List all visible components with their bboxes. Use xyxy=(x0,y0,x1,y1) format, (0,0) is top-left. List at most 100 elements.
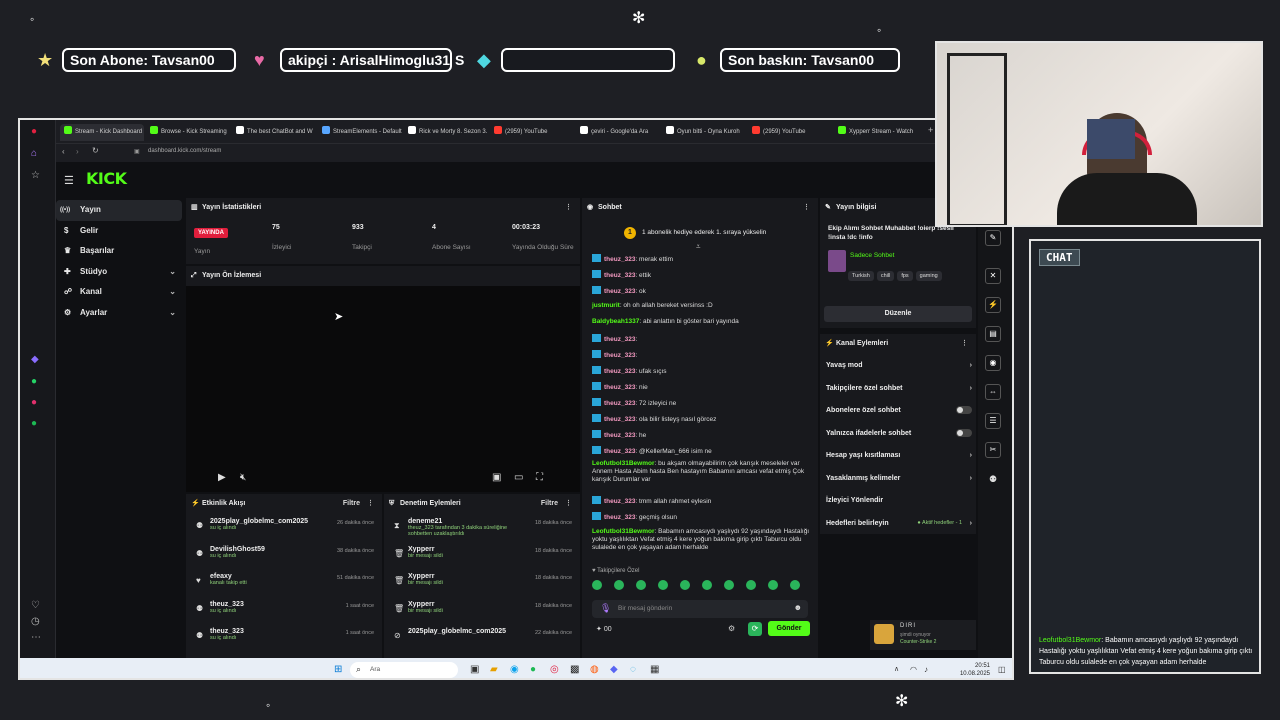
chat-message[interactable]: theuz_323: xyxy=(592,350,814,360)
category-thumbnail[interactable] xyxy=(828,250,846,272)
activity-filter-button[interactable]: Filtre xyxy=(343,494,360,514)
more-icon[interactable]: ⋮ xyxy=(961,334,968,354)
reload-icon[interactable]: ↻ xyxy=(92,146,99,155)
feed-item[interactable]: theuz_323 su iç alındı xyxy=(210,601,320,614)
menu-icon[interactable]: ☰ xyxy=(64,174,74,187)
chat-username[interactable]: theuz_323 xyxy=(604,256,635,263)
theater-icon[interactable]: ▭ xyxy=(514,472,523,483)
browser-tab[interactable]: Browse - Kick Streaming xyxy=(146,124,230,141)
volume-icon[interactable]: ♪ xyxy=(924,664,928,676)
document-icon[interactable]: ▤ xyxy=(985,326,1001,342)
chat-username[interactable]: theuz_323 xyxy=(604,368,635,375)
notification-icon[interactable]: ◫ xyxy=(998,664,1006,676)
back-icon[interactable]: ‹ xyxy=(62,147,65,156)
send-button[interactable]: Gönder xyxy=(768,621,810,636)
more-icon[interactable]: ⋮ xyxy=(367,494,374,514)
opera-logo-icon[interactable]: ● xyxy=(31,126,37,137)
task-view-icon[interactable]: ▣ xyxy=(470,664,479,676)
channel-action-row[interactable]: Hesap yaşı kısıtlaması › xyxy=(826,452,972,459)
nav-item-1[interactable]: $ Gelir xyxy=(56,221,182,242)
chat-message[interactable]: theuz_323: @KellerMan_666 isim ne xyxy=(592,446,814,456)
tray-chevron-icon[interactable]: ∧ xyxy=(894,664,899,676)
emote-icon[interactable] xyxy=(746,580,756,590)
raid-tool-icon[interactable]: ⇔ xyxy=(985,384,1001,400)
chat-username[interactable]: theuz_323 xyxy=(604,448,635,455)
chat-username[interactable]: Leofutbol31Bewmor xyxy=(592,460,654,467)
close-x-icon[interactable]: ✕ xyxy=(985,268,1001,284)
chat-username[interactable]: theuz_323 xyxy=(604,352,635,359)
moderation-filter-button[interactable]: Filtre xyxy=(541,494,558,514)
emote-icon[interactable] xyxy=(680,580,690,590)
heart-outline-icon[interactable]: ♡ xyxy=(31,600,40,611)
feed-item[interactable]: theuz_323 su iç alındı xyxy=(210,628,320,641)
chat-message[interactable]: theuz_323: ufak sıçıs xyxy=(592,366,814,376)
forward-icon[interactable]: › xyxy=(76,147,79,156)
channel-action-row[interactable]: Yasaklanmış kelimeler › xyxy=(826,475,972,482)
edit-info-button[interactable]: Düzenle xyxy=(824,306,972,322)
channel-action-row[interactable]: İzleyici Yönlendir xyxy=(826,497,972,504)
category-name[interactable]: Sadece Sohbet xyxy=(850,252,894,259)
chat-message[interactable]: theuz_323: nie xyxy=(592,382,814,392)
nav-item-4[interactable]: ☍ Kanal ⌄ xyxy=(56,282,182,303)
toggle-switch[interactable] xyxy=(956,428,972,437)
microphone-icon[interactable]: 🎙︎ xyxy=(600,603,611,614)
chat-input-box[interactable]: 🎙︎ Bir mesaj gönderin ☻ xyxy=(592,600,808,618)
emote-icon[interactable] xyxy=(790,580,800,590)
nav-item-0[interactable]: ((•)) Yayın xyxy=(56,200,182,221)
settings-gear-icon[interactable]: ⚙ xyxy=(728,624,735,633)
app-icon[interactable]: ▦ xyxy=(650,664,659,676)
edge-icon[interactable]: ◉ xyxy=(510,664,519,676)
feed-item[interactable]: DevilishGhost59 su iç alındı xyxy=(210,546,320,559)
bolt-tool-icon[interactable]: ⚡ xyxy=(985,297,1001,313)
more-icon[interactable]: ⋮ xyxy=(565,494,572,514)
channel-action-row[interactable]: Abonelere özel sohbet xyxy=(826,406,972,414)
browser-tab[interactable]: Xypperr Stream - Watch xyxy=(834,124,918,141)
more-icon[interactable]: ⋯ xyxy=(31,632,41,643)
now-playing-card[interactable]: DIRI şimdi oynuyor Counter-Strike 2 xyxy=(870,620,976,650)
instagram-icon[interactable]: ● xyxy=(31,397,37,408)
bookmark-icon[interactable]: ☆ xyxy=(31,170,40,181)
points-indicator[interactable]: ✦ 00 xyxy=(596,625,612,633)
emote-icon[interactable] xyxy=(636,580,646,590)
chat-message[interactable]: theuz_323: xyxy=(592,334,814,344)
chat-message[interactable]: theuz_323: he xyxy=(592,430,814,440)
taskbar-search[interactable]: ⌕ Ara xyxy=(350,662,458,678)
fullscreen-icon[interactable]: ⛶ xyxy=(536,472,543,483)
mute-icon[interactable]: 🔇︎ xyxy=(240,472,246,483)
emote-icon[interactable] xyxy=(592,580,602,590)
whatsapp-icon[interactable]: ● xyxy=(31,376,37,387)
browser-tab[interactable]: StreamElements - Default xyxy=(318,124,402,141)
browser-tab[interactable]: (2959) YouTube xyxy=(748,124,832,141)
collapse-icon[interactable]: ⩡ xyxy=(696,242,701,252)
chat-message[interactable]: theuz_323: ok xyxy=(592,286,814,296)
wifi-icon[interactable]: ◠ xyxy=(910,664,917,676)
feed-item[interactable]: 2025play_globelmc_com2025 su iç alındı xyxy=(210,518,320,531)
chat-message[interactable]: theuz_323: ettik xyxy=(592,270,814,280)
more-icon[interactable]: ⋮ xyxy=(565,198,572,218)
stream-tag[interactable]: Turkish xyxy=(848,271,874,281)
chat-username[interactable]: Baldybeah1337 xyxy=(592,318,639,325)
toggle-switch[interactable] xyxy=(956,406,972,414)
stream-tag[interactable]: chill xyxy=(876,271,895,281)
chat-message[interactable]: Leofutbol31Bewmor: Babamın amcasıydı yaş… xyxy=(592,528,814,552)
emote-icon[interactable] xyxy=(702,580,712,590)
browser-tab[interactable]: çeviri - Google'da Ara xyxy=(576,124,660,141)
chat-username[interactable]: theuz_323 xyxy=(604,288,635,295)
chat-username[interactable]: theuz_323 xyxy=(604,336,635,343)
nav-item-3[interactable]: ✚ Stüdyo ⌄ xyxy=(56,262,182,283)
channel-action-row[interactable]: Hedefleri belirleyin ● Aktif hedefler - 1… xyxy=(826,520,972,527)
chat-message[interactable]: theuz_323: 72 izleyici ne xyxy=(592,398,814,408)
emote-icon[interactable] xyxy=(614,580,624,590)
stream-preview[interactable]: ▶ 🔇︎ ▣ ▭ ⛶ xyxy=(186,286,580,492)
quick-emote-icon[interactable]: ⟳ xyxy=(748,622,762,636)
feed-item[interactable]: Xypperr bir mesajı sildi xyxy=(408,546,518,559)
kick-logo[interactable]: KICK xyxy=(86,169,127,188)
spotify-icon[interactable]: ● xyxy=(31,418,37,429)
chat-username[interactable]: theuz_323 xyxy=(604,498,635,505)
chat-username[interactable]: justmurit xyxy=(592,302,620,309)
play-icon[interactable]: ▶ xyxy=(218,472,226,483)
chat-message[interactable]: Baldybeah1337: abi anlattın bi göster ba… xyxy=(592,318,814,326)
history-icon[interactable]: ◷ xyxy=(31,616,40,627)
windows-start-icon[interactable]: ⊞ xyxy=(334,664,342,676)
chat-message[interactable]: theuz_323: merak ettim xyxy=(592,254,814,264)
